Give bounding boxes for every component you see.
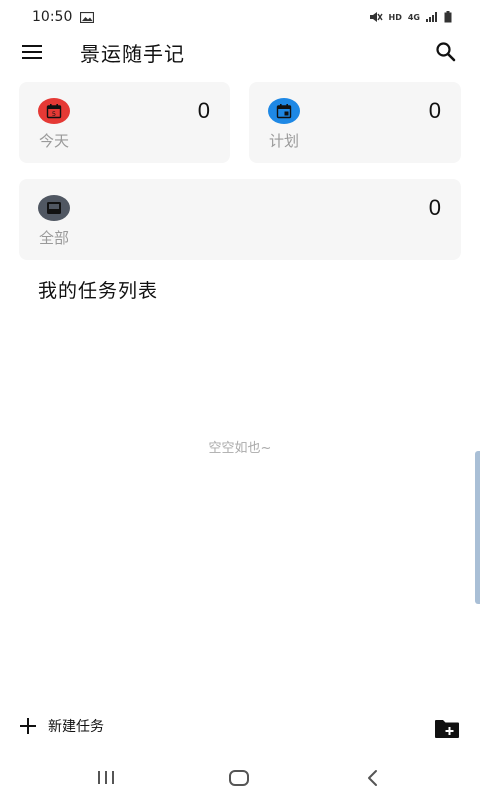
calendar-event-icon [276,104,292,119]
card-today[interactable]: 5 0 今天 [19,82,230,163]
create-new-folder-icon[interactable] [434,718,460,740]
hd-label: HD [388,12,402,22]
battery-icon [444,11,452,23]
network-type-label: 4G [407,12,420,22]
empty-hint: 空空如也~ [208,441,272,456]
app-title: 景运随手记 [80,42,185,66]
calendar-day-number: 5 [52,110,56,118]
task-list-title: 我的任务列表 [38,280,159,302]
app-bar: 景运随手记 [0,34,480,70]
all-icon-badge [38,195,70,221]
recents-icon[interactable] [96,770,116,786]
mute-icon [369,12,383,22]
menu-icon-line [22,51,42,53]
gallery-notification-icon [80,11,95,23]
status-bar: 10:50 HD 4G [0,0,480,34]
planned-count: 0 [428,98,441,123]
system-nav-bar [0,756,480,800]
planned-label: 计划 [269,132,300,150]
today-count: 0 [197,98,210,123]
all-count: 0 [428,195,441,220]
status-left: 10:50 [32,9,95,25]
menu-button[interactable] [20,42,46,62]
new-task-label: 新建任务 [48,719,104,735]
signal-icon [426,12,437,22]
today-icon-badge: 5 [38,98,70,124]
inbox-icon [47,202,61,214]
plus-icon [20,718,36,734]
status-right: HD 4G [369,11,452,23]
edge-panel-handle[interactable] [475,451,480,604]
card-planned[interactable]: 0 计划 [249,82,461,163]
search-icon[interactable] [434,40,458,64]
status-time: 10:50 [32,9,73,25]
new-task-button[interactable]: 新建任务 [20,716,104,736]
menu-icon-line [22,45,42,47]
all-label: 全部 [39,229,70,247]
planned-icon-badge [268,98,300,124]
back-icon[interactable] [366,769,380,787]
menu-icon-line [22,57,42,59]
calendar-today-icon: 5 [46,104,62,119]
today-label: 今天 [39,132,70,150]
home-icon[interactable] [229,770,249,786]
card-all[interactable]: 0 全部 [19,179,461,260]
